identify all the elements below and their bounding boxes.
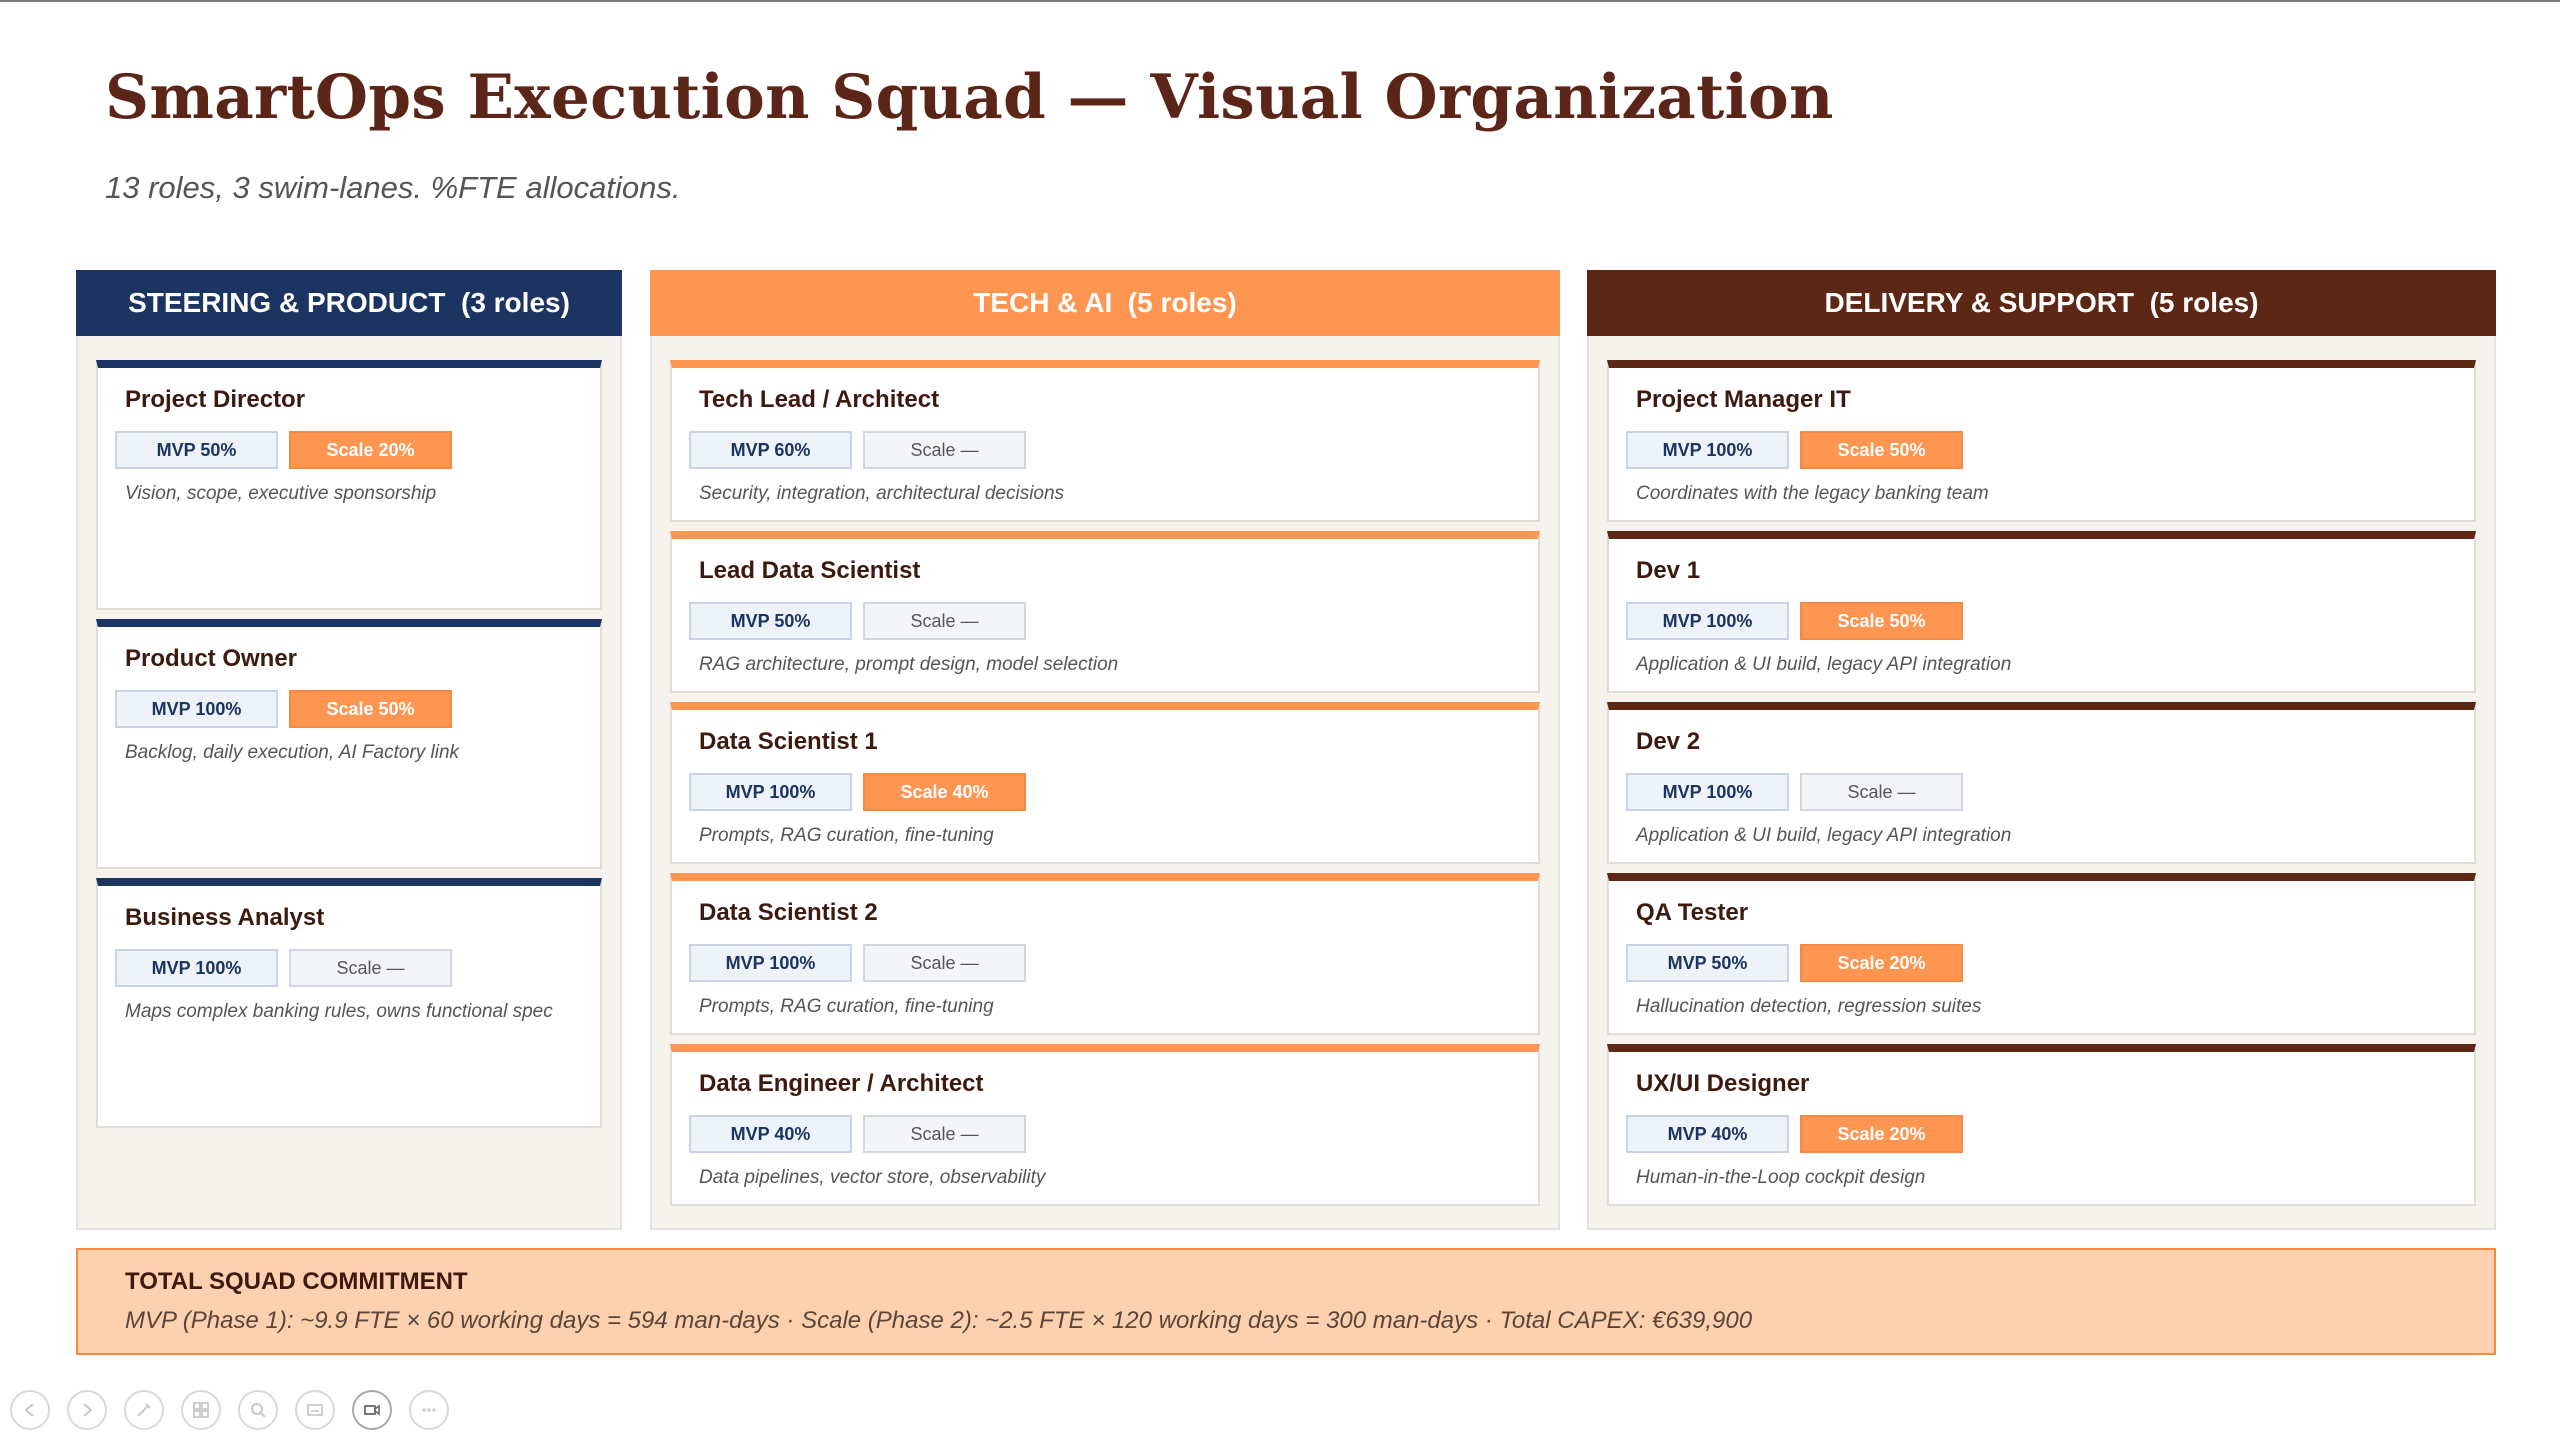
scale-allocation-badge: Scale 50% — [1800, 431, 1963, 469]
role-title: Data Scientist 2 — [699, 899, 878, 926]
role-description: Hallucination detection, regression suit… — [1636, 996, 1982, 1017]
role-description: Backlog, daily execution, AI Factory lin… — [125, 742, 460, 763]
role-card-project-director[interactable]: Project Director MVP 50% Scale 20% Visio… — [96, 360, 602, 610]
lane-delivery-support: DELIVERY & SUPPORT (5 roles) Project Man… — [1587, 270, 2496, 1230]
role-description: Human-in-the-Loop cockpit design — [1636, 1167, 1926, 1188]
role-card-project-manager-it[interactable]: Project Manager IT MVP 100% Scale 50% Co… — [1607, 360, 2476, 522]
scale-allocation-badge: Scale 20% — [289, 431, 452, 469]
subtitles-button[interactable] — [295, 1390, 335, 1430]
role-description: Coordinates with the legacy banking team — [1636, 483, 1989, 504]
scale-allocation-badge: Scale — — [863, 1115, 1026, 1153]
mvp-allocation-badge: MVP 60% — [689, 431, 852, 469]
lane-tech-ai: TECH & AI (5 roles) Tech Lead / Architec… — [650, 270, 1560, 1230]
role-description: Application & UI build, legacy API integ… — [1636, 654, 2012, 675]
scale-allocation-badge: Scale 40% — [863, 773, 1026, 811]
role-title: Data Scientist 1 — [699, 728, 878, 755]
mvp-allocation-badge: MVP 100% — [115, 949, 278, 987]
total-commitment-banner: TOTAL SQUAD COMMITMENT MVP (Phase 1): ~9… — [76, 1248, 2496, 1355]
page-subtitle: 13 roles, 3 swim-lanes. %FTE allocations… — [105, 170, 681, 205]
total-detail: MVP (Phase 1): ~9.9 FTE × 60 working day… — [125, 1307, 1753, 1334]
scale-allocation-badge: Scale 20% — [1800, 1115, 1963, 1153]
role-card-business-analyst[interactable]: Business Analyst MVP 100% Scale — Maps c… — [96, 878, 602, 1128]
role-title: Lead Data Scientist — [699, 557, 921, 584]
role-description: Prompts, RAG curation, fine-tuning — [699, 825, 994, 846]
scale-allocation-badge: Scale — — [863, 431, 1026, 469]
previous-slide-icon — [24, 1403, 34, 1417]
lane-header: STEERING & PRODUCT (3 roles) — [76, 270, 622, 336]
page-title: SmartOps Execution Squad — Visual Organi… — [105, 62, 1834, 133]
scale-allocation-badge: Scale — — [863, 602, 1026, 640]
role-title: QA Tester — [1636, 899, 1749, 926]
mvp-allocation-badge: MVP 100% — [689, 773, 852, 811]
role-description: Maps complex banking rules, owns functio… — [125, 1001, 553, 1022]
camera-icon — [364, 1404, 380, 1416]
role-description: Data pipelines, vector store, observabil… — [699, 1167, 1046, 1188]
role-card-data-scientist-2[interactable]: Data Scientist 2 MVP 100% Scale — Prompt… — [670, 873, 1540, 1035]
mvp-allocation-badge: MVP 50% — [689, 602, 852, 640]
role-title: Tech Lead / Architect — [699, 386, 940, 413]
top-border — [0, 0, 2560, 2]
camera-button[interactable] — [352, 1390, 392, 1430]
role-title: UX/UI Designer — [1636, 1070, 1810, 1097]
role-card-qa-tester[interactable]: QA Tester MVP 50% Scale 20% Hallucinatio… — [1607, 873, 2476, 1035]
role-title: Dev 2 — [1636, 728, 1701, 755]
previous-slide-button[interactable] — [10, 1390, 50, 1430]
scale-allocation-badge: Scale 50% — [289, 690, 452, 728]
mvp-allocation-badge: MVP 100% — [1626, 773, 1789, 811]
presenter-toolbar — [10, 1390, 449, 1430]
more-options-icon — [422, 1408, 436, 1412]
zoom-icon — [251, 1403, 266, 1418]
role-description: Prompts, RAG curation, fine-tuning — [699, 996, 994, 1017]
role-card-lead-data-scientist[interactable]: Lead Data Scientist MVP 50% Scale — RAG … — [670, 531, 1540, 693]
role-description: RAG architecture, prompt design, model s… — [699, 654, 1119, 675]
role-title: Project Manager IT — [1636, 386, 1851, 413]
scale-allocation-badge: Scale — — [289, 949, 452, 987]
role-card-dev-2[interactable]: Dev 2 MVP 100% Scale — Application & UI … — [1607, 702, 2476, 864]
mvp-allocation-badge: MVP 100% — [115, 690, 278, 728]
scale-allocation-badge: Scale — — [863, 944, 1026, 982]
lane-header: TECH & AI (5 roles) — [650, 270, 1560, 336]
subtitles-icon — [307, 1404, 323, 1416]
mvp-allocation-badge: MVP 100% — [1626, 602, 1789, 640]
role-description: Application & UI build, legacy API integ… — [1636, 825, 2012, 846]
role-title: Data Engineer / Architect — [699, 1070, 984, 1097]
total-title: TOTAL SQUAD COMMITMENT — [125, 1268, 468, 1295]
mvp-allocation-badge: MVP 40% — [689, 1115, 852, 1153]
pen-icon — [137, 1403, 151, 1417]
lane-steering-product: STEERING & PRODUCT (3 roles) Project Dir… — [76, 270, 622, 1230]
next-slide-button[interactable] — [67, 1390, 107, 1430]
more-options-button[interactable] — [409, 1390, 449, 1430]
scale-allocation-badge: Scale — — [1800, 773, 1963, 811]
scale-allocation-badge: Scale 20% — [1800, 944, 1963, 982]
zoom-button[interactable] — [238, 1390, 278, 1430]
role-description: Security, integration, architectural dec… — [699, 483, 1065, 504]
role-card-data-scientist-1[interactable]: Data Scientist 1 MVP 100% Scale 40% Prom… — [670, 702, 1540, 864]
mvp-allocation-badge: MVP 50% — [115, 431, 278, 469]
mvp-allocation-badge: MVP 100% — [1626, 431, 1789, 469]
mvp-allocation-badge: MVP 40% — [1626, 1115, 1789, 1153]
role-title: Business Analyst — [125, 904, 325, 931]
next-slide-icon — [83, 1403, 93, 1417]
role-title: Dev 1 — [1636, 557, 1701, 584]
role-description: Vision, scope, executive sponsorship — [125, 483, 437, 504]
mvp-allocation-badge: MVP 50% — [1626, 944, 1789, 982]
role-card-tech-lead-architect[interactable]: Tech Lead / Architect MVP 60% Scale — Se… — [670, 360, 1540, 522]
mvp-allocation-badge: MVP 100% — [689, 944, 852, 982]
role-card-data-engineer-architect[interactable]: Data Engineer / Architect MVP 40% Scale … — [670, 1044, 1540, 1206]
slides-grid-icon — [193, 1402, 209, 1418]
role-title: Product Owner — [125, 645, 298, 672]
role-card-dev-1[interactable]: Dev 1 MVP 100% Scale 50% Application & U… — [1607, 531, 2476, 693]
lane-header: DELIVERY & SUPPORT (5 roles) — [1587, 270, 2496, 336]
see-all-slides-button[interactable] — [181, 1390, 221, 1430]
scale-allocation-badge: Scale 50% — [1800, 602, 1963, 640]
pen-tool-button[interactable] — [124, 1390, 164, 1430]
role-card-ux-ui-designer[interactable]: UX/UI Designer MVP 40% Scale 20% Human-i… — [1607, 1044, 2476, 1206]
role-title: Project Director — [125, 386, 306, 413]
role-card-product-owner[interactable]: Product Owner MVP 100% Scale 50% Backlog… — [96, 619, 602, 869]
